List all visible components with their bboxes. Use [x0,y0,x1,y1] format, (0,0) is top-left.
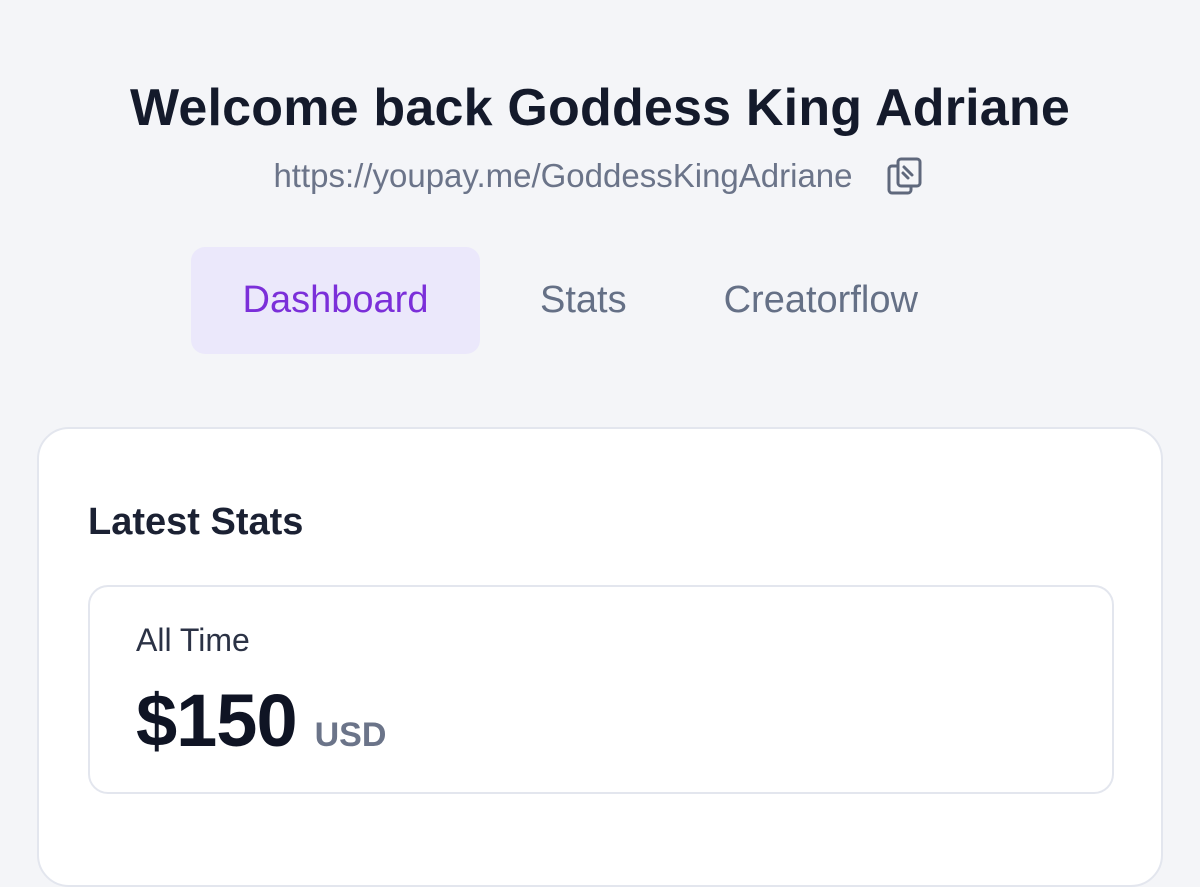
latest-stats-title: Latest Stats [88,501,304,543]
profile-link-row: https://youpay.me/GoddessKingAdriane [0,154,1200,198]
all-time-currency: USD [314,716,387,754]
latest-stats-card: Latest Stats All Time $150 USD [37,427,1163,887]
profile-url[interactable]: https://youpay.me/GoddessKingAdriane [273,154,852,198]
all-time-label: All Time [136,622,250,658]
all-time-value-row: $150 USD [136,679,386,763]
tab-stats[interactable]: Stats [540,247,627,354]
main-tabs: Dashboard Stats Creatorflow [191,247,918,354]
welcome-heading: Welcome back Goddess King Adriane [130,79,1070,137]
tab-creatorflow[interactable]: Creatorflow [724,247,918,354]
all-time-stat-box: All Time $150 USD [88,585,1114,794]
clipboard-icon [887,157,922,195]
copy-link-button[interactable] [883,154,927,198]
tab-dashboard[interactable]: Dashboard [191,247,480,354]
all-time-amount: $150 [136,679,298,762]
